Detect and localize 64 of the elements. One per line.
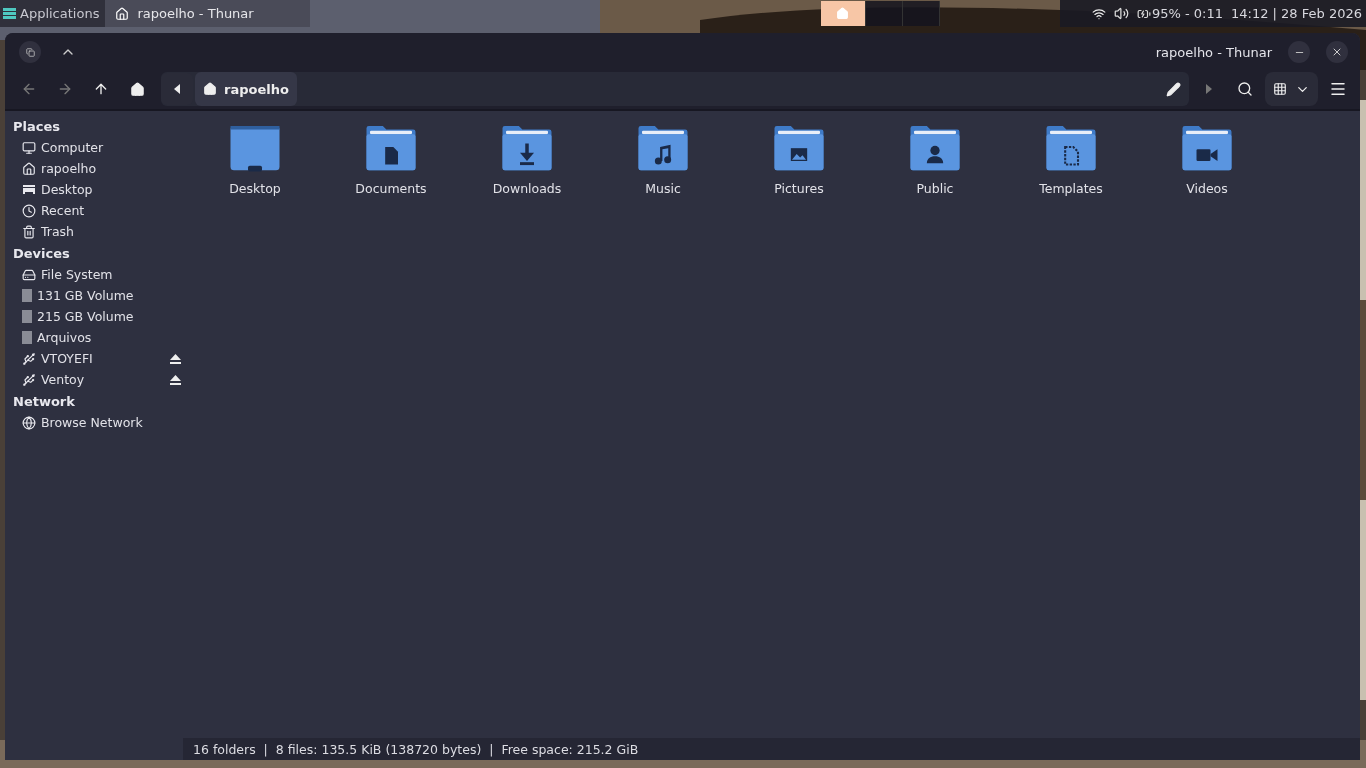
menu-icon <box>1329 80 1347 98</box>
folder-label[interactable]: Templates <box>1039 181 1103 196</box>
globe-icon <box>22 415 36 430</box>
folder-label[interactable]: Public <box>916 181 954 196</box>
window-title: rapoelho - Thunar <box>1155 44 1272 60</box>
home-icon <box>22 161 36 176</box>
pencil-icon <box>1165 81 1181 97</box>
folder-label[interactable]: Music <box>645 181 681 196</box>
desktop-icon <box>22 182 36 197</box>
arrow-right-icon <box>57 81 73 97</box>
trash-icon <box>22 224 36 239</box>
sidebar-item[interactable]: 131 GB Volume <box>13 285 183 306</box>
drive-icon <box>22 289 32 302</box>
sidebar-item[interactable]: rapoelho <box>13 158 183 179</box>
clock[interactable]: 14:12 | 28 Feb 2026 <box>1231 6 1362 21</box>
folder-label[interactable]: Documents <box>355 181 427 196</box>
clock-icon <box>22 203 36 218</box>
status-text: 16 folders | 8 files: 135.5 KiB (138720 bytes) | Free space: 215.2 GiB <box>193 741 639 757</box>
triangle-right-icon <box>1206 84 1212 94</box>
home-icon <box>129 81 145 97</box>
grid-icon <box>1273 82 1287 96</box>
restore-button[interactable] <box>19 41 41 63</box>
sidebar-item[interactable]: Desktop <box>13 179 183 200</box>
close-icon <box>1331 46 1343 58</box>
usb-icon <box>22 351 36 366</box>
sidebar-heading: Network <box>13 392 76 411</box>
workspace-button[interactable] <box>820 1 866 26</box>
drive-icon <box>22 267 36 282</box>
eject-icon[interactable] <box>170 353 181 364</box>
applications-menu[interactable]: Applications <box>0 0 106 27</box>
eject-icon[interactable] <box>170 374 181 385</box>
home-icon <box>115 6 130 21</box>
sidebar-item[interactable]: Arquivos <box>13 327 183 348</box>
home-icon <box>836 7 850 20</box>
view-mode-button[interactable] <box>1265 72 1318 106</box>
wifi-icon[interactable] <box>1091 6 1106 21</box>
monitor-icon <box>22 140 36 155</box>
sidebar-item[interactable]: Trash <box>13 221 183 242</box>
close-button[interactable] <box>1326 41 1348 63</box>
sidebar-heading: Devices <box>13 244 71 263</box>
sidebar-item[interactable]: VTOYEFI <box>13 348 183 369</box>
folder-label[interactable]: Pictures <box>774 181 824 196</box>
home-icon <box>203 82 217 96</box>
folder-label[interactable]: Desktop <box>229 181 281 196</box>
sidebar-item[interactable]: Computer <box>13 137 183 158</box>
path-crumb[interactable]: rapoelho <box>195 72 297 106</box>
volume-icon[interactable] <box>1113 6 1129 21</box>
menu-icon <box>2 6 17 21</box>
usb-icon <box>22 372 36 387</box>
task-button[interactable]: rapoelho - Thunar <box>105 0 311 27</box>
folder-label[interactable]: Downloads <box>492 181 562 196</box>
sidebar-item[interactable]: Browse Network <box>13 412 183 433</box>
sidebar-heading: Places <box>13 117 62 136</box>
battery-text: 95% - 0:11 <box>1151 6 1223 21</box>
folder-label[interactable]: Videos <box>1186 181 1228 196</box>
triangle-left-icon <box>174 84 180 94</box>
drive-icon <box>22 310 32 323</box>
sidebar-item[interactable]: 215 GB Volume <box>13 306 183 327</box>
sidebar-item[interactable]: Recent <box>13 200 183 221</box>
drive-icon <box>22 331 32 344</box>
search-icon <box>1237 81 1253 97</box>
restore-icon <box>25 47 35 57</box>
sidebar-item[interactable]: File System <box>13 264 183 285</box>
sidebar-item[interactable]: Ventoy <box>13 369 183 390</box>
